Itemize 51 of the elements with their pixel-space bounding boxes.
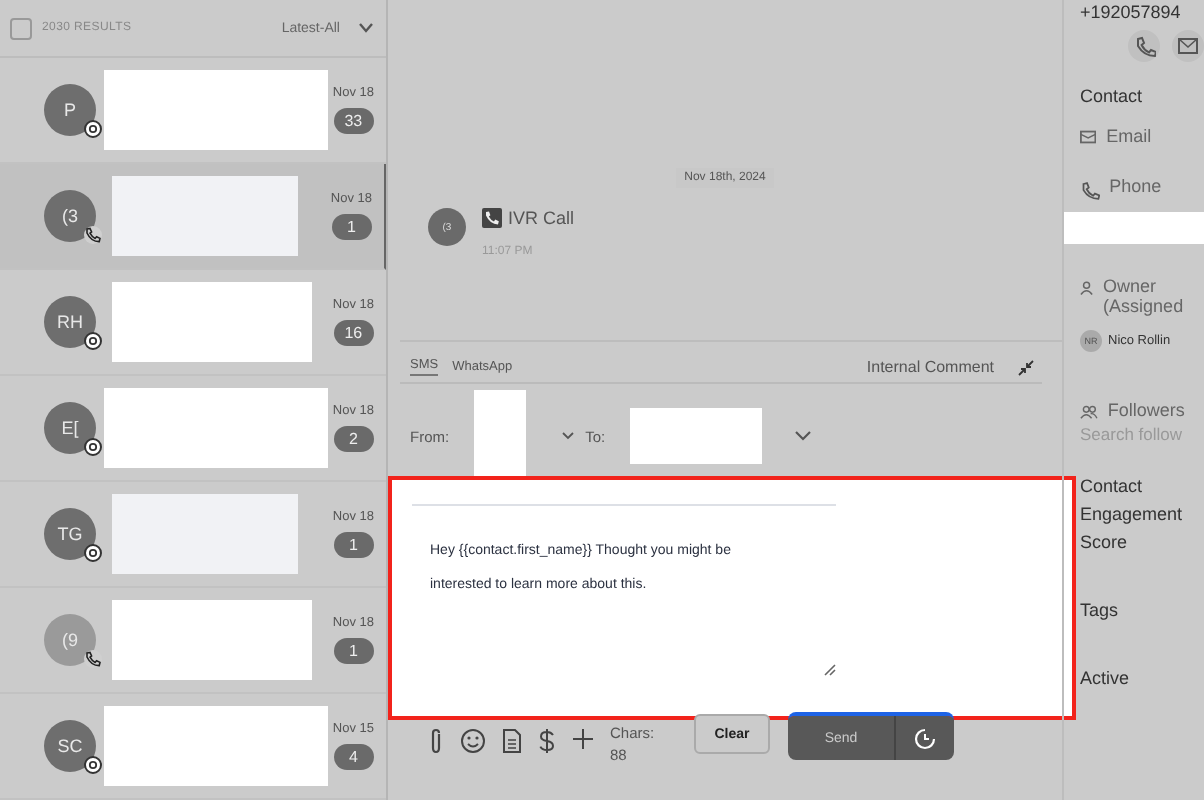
phone-icon xyxy=(1080,180,1100,202)
avatar: RH xyxy=(44,296,96,348)
phone-number: +192057894 xyxy=(1080,2,1183,22)
chevron-down-icon xyxy=(561,432,574,440)
unread-count: 1 xyxy=(333,532,374,558)
avatar: TG xyxy=(44,508,96,560)
redacted-block xyxy=(1064,212,1204,244)
envelope-icon xyxy=(1080,130,1097,144)
collapse-icon xyxy=(1018,359,1034,375)
unread-count: 1 xyxy=(331,214,372,240)
phone-icon xyxy=(1133,35,1155,57)
email-button[interactable] xyxy=(1172,30,1204,62)
clock-icon xyxy=(914,727,936,749)
avatar: P xyxy=(44,84,96,136)
people-icon xyxy=(1080,404,1098,420)
resize-handle-icon xyxy=(824,664,836,676)
avatar: SC xyxy=(44,720,96,772)
document-icon xyxy=(502,728,522,754)
avatar: (3 xyxy=(44,190,96,242)
field-label: Owner (Assigned xyxy=(1103,276,1186,316)
paperclip-icon xyxy=(428,728,444,754)
redacted-block xyxy=(629,408,762,464)
field-label: Phone xyxy=(1109,176,1164,196)
internal-comment-tab[interactable]: Internal Comment xyxy=(866,358,994,376)
chevron-down-icon xyxy=(793,430,812,442)
section-title: Active xyxy=(1080,668,1132,688)
unread-count: 1 xyxy=(333,638,374,664)
phone-icon xyxy=(482,208,502,228)
unread-count: 2 xyxy=(333,426,374,452)
smiley-icon xyxy=(460,728,486,754)
envelope-icon xyxy=(1178,38,1198,54)
event-title: IVR Call xyxy=(508,208,575,228)
section-title: Tags xyxy=(1080,600,1121,620)
section-title: Contact xyxy=(1080,86,1145,106)
field-label: Email xyxy=(1106,126,1154,146)
section-title: Contact Engagement Score xyxy=(1080,474,1185,556)
phone-icon xyxy=(84,226,102,244)
field-label: Followers xyxy=(1107,400,1187,420)
unread-count: 4 xyxy=(333,744,374,770)
chevron-down-icon xyxy=(358,22,374,34)
unread-count: 33 xyxy=(333,108,374,134)
person-icon xyxy=(1080,280,1094,296)
avatar: E[ xyxy=(44,402,96,454)
schedule-button[interactable] xyxy=(894,716,954,760)
select-all-checkbox[interactable] xyxy=(10,17,32,39)
call-button[interactable] xyxy=(1128,30,1160,62)
plus-icon xyxy=(572,728,594,750)
unread-count: 16 xyxy=(333,320,374,346)
avatar: (9 xyxy=(44,614,96,666)
phone-icon xyxy=(84,650,102,668)
dollar-icon xyxy=(538,728,556,754)
